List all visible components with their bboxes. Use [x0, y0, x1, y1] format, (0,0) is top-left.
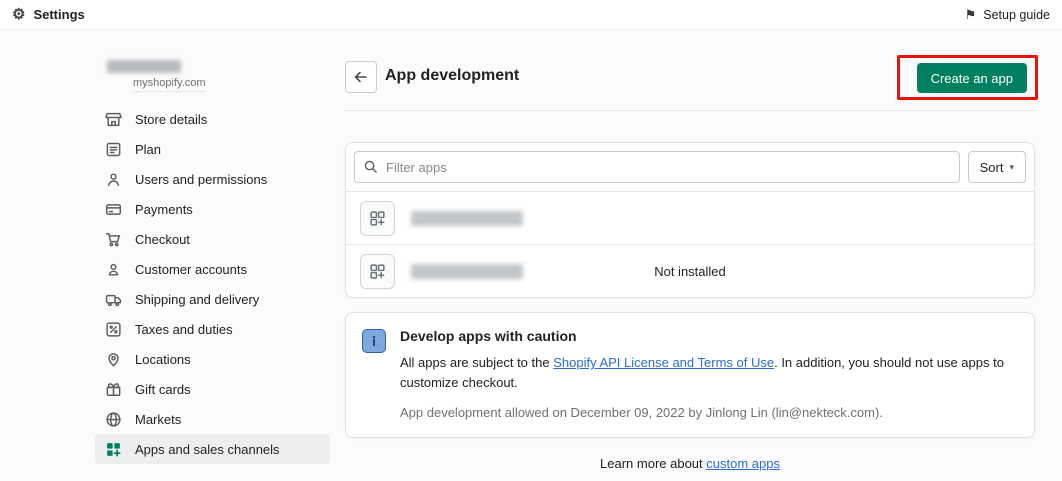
sidebar-item-label: Locations	[135, 351, 191, 367]
store-icon	[105, 112, 122, 126]
setup-guide-label: Setup guide	[983, 7, 1050, 22]
api-license-link[interactable]: Shopify API License and Terms of Use	[553, 355, 774, 370]
sidebar-item-apps-sales-channels[interactable]: Apps and sales channels	[95, 434, 330, 464]
settings-page: ⚙ Settings ⚑ Setup guide myshopify.com S…	[0, 0, 1062, 481]
banner-title: Develop apps with caution	[400, 328, 577, 344]
chevron-down-icon: ▾	[1009, 161, 1014, 172]
sidebar-item-store-details[interactable]: Store details	[95, 104, 330, 134]
redacted-store-name	[107, 60, 181, 73]
learn-more-footer: Learn more about custom apps	[345, 456, 1035, 471]
sidebar-item-shipping-delivery[interactable]: Shipping and delivery	[95, 284, 330, 314]
payments-icon	[105, 203, 122, 215]
app-tile-icon	[360, 253, 395, 289]
banner-body: All apps are subject to the Shopify API …	[400, 353, 1008, 393]
sidebar-item-label: Checkout	[135, 231, 190, 247]
sidebar-item-label: Shipping and delivery	[135, 291, 260, 307]
sidebar-item-label: Taxes and duties	[135, 321, 233, 337]
apps-list-card: Sort ▾ Not installed	[345, 142, 1035, 298]
custom-apps-link[interactable]: custom apps	[706, 456, 780, 471]
filter-apps-field	[354, 151, 960, 183]
settings-sidebar: myshopify.com Store details Plan Users a…	[95, 52, 330, 464]
page-header: App development Create an app	[345, 58, 1035, 100]
info-icon	[362, 329, 386, 353]
page-title: App development	[385, 67, 520, 84]
markets-icon	[106, 411, 121, 427]
sidebar-item-users-permissions[interactable]: Users and permissions	[95, 164, 330, 194]
customer-accounts-icon	[108, 263, 119, 276]
taxes-icon	[106, 321, 121, 337]
store-domain: myshopify.com	[133, 77, 206, 92]
sidebar-item-gift-cards[interactable]: Gift cards	[95, 374, 330, 404]
filter-row: Sort ▾	[346, 143, 1034, 191]
shipping-icon	[105, 294, 122, 306]
sidebar-item-markets[interactable]: Markets	[95, 404, 330, 434]
locations-icon	[108, 352, 119, 366]
app-grid-icon	[370, 263, 385, 279]
back-button[interactable]	[345, 61, 377, 93]
sidebar-item-label: Customer accounts	[135, 261, 247, 277]
app-row[interactable]: Not installed	[346, 244, 1034, 297]
app-tile-icon	[360, 200, 395, 236]
sidebar-item-taxes-duties[interactable]: Taxes and duties	[95, 314, 330, 344]
sidebar-item-customer-accounts[interactable]: Customer accounts	[95, 254, 330, 284]
gear-icon: ⚙	[12, 6, 26, 23]
sidebar-item-checkout[interactable]: Checkout	[95, 224, 330, 254]
users-icon	[107, 172, 120, 186]
banner-content: Develop apps with caution All apps are s…	[400, 328, 1008, 420]
info-glyph-icon	[372, 336, 376, 346]
store-header: myshopify.com	[95, 52, 330, 104]
sidebar-item-label: Store details	[135, 111, 208, 127]
sort-label: Sort	[979, 159, 1004, 175]
sidebar-item-label: Payments	[135, 201, 193, 217]
sidebar-item-label: Gift cards	[135, 381, 191, 397]
search-icon	[364, 160, 377, 173]
plan-icon	[106, 142, 121, 156]
create-app-button[interactable]: Create an app	[916, 63, 1027, 93]
footer-text: Learn more about	[600, 456, 707, 471]
app-row[interactable]	[346, 191, 1034, 244]
redacted-app-name	[411, 210, 523, 226]
apps-icon	[107, 442, 121, 457]
app-grid-icon	[370, 210, 385, 226]
sidebar-item-label: Apps and sales channels	[135, 441, 280, 457]
sidebar-item-locations[interactable]: Locations	[95, 344, 330, 374]
sidebar-item-payments[interactable]: Payments	[95, 194, 330, 224]
sidebar-item-plan[interactable]: Plan	[95, 134, 330, 164]
caution-banner: Develop apps with caution All apps are s…	[345, 312, 1035, 439]
topbar-title: Settings	[33, 7, 85, 22]
banner-note: App development allowed on December 09, …	[400, 405, 883, 421]
sidebar-item-label: Markets	[135, 411, 182, 427]
banner-body-pre: All apps are subject to the	[400, 355, 554, 370]
flag-icon: ⚑	[964, 7, 977, 22]
arrow-left-icon	[354, 71, 367, 83]
setup-guide-button[interactable]: ⚑ Setup guide	[965, 8, 1050, 22]
top-bar: ⚙ Settings ⚑ Setup guide	[0, 0, 1062, 30]
sidebar-item-label: Plan	[135, 141, 162, 157]
sidebar-item-label: Users and permissions	[135, 171, 268, 187]
header-divider	[345, 110, 1035, 111]
redacted-app-name	[411, 263, 523, 279]
sort-button[interactable]: Sort ▾	[967, 151, 1026, 183]
gift-cards-icon	[106, 382, 121, 396]
settings-brand: ⚙ Settings	[12, 7, 85, 22]
checkout-icon	[105, 232, 121, 246]
filter-apps-input[interactable]	[354, 151, 960, 183]
